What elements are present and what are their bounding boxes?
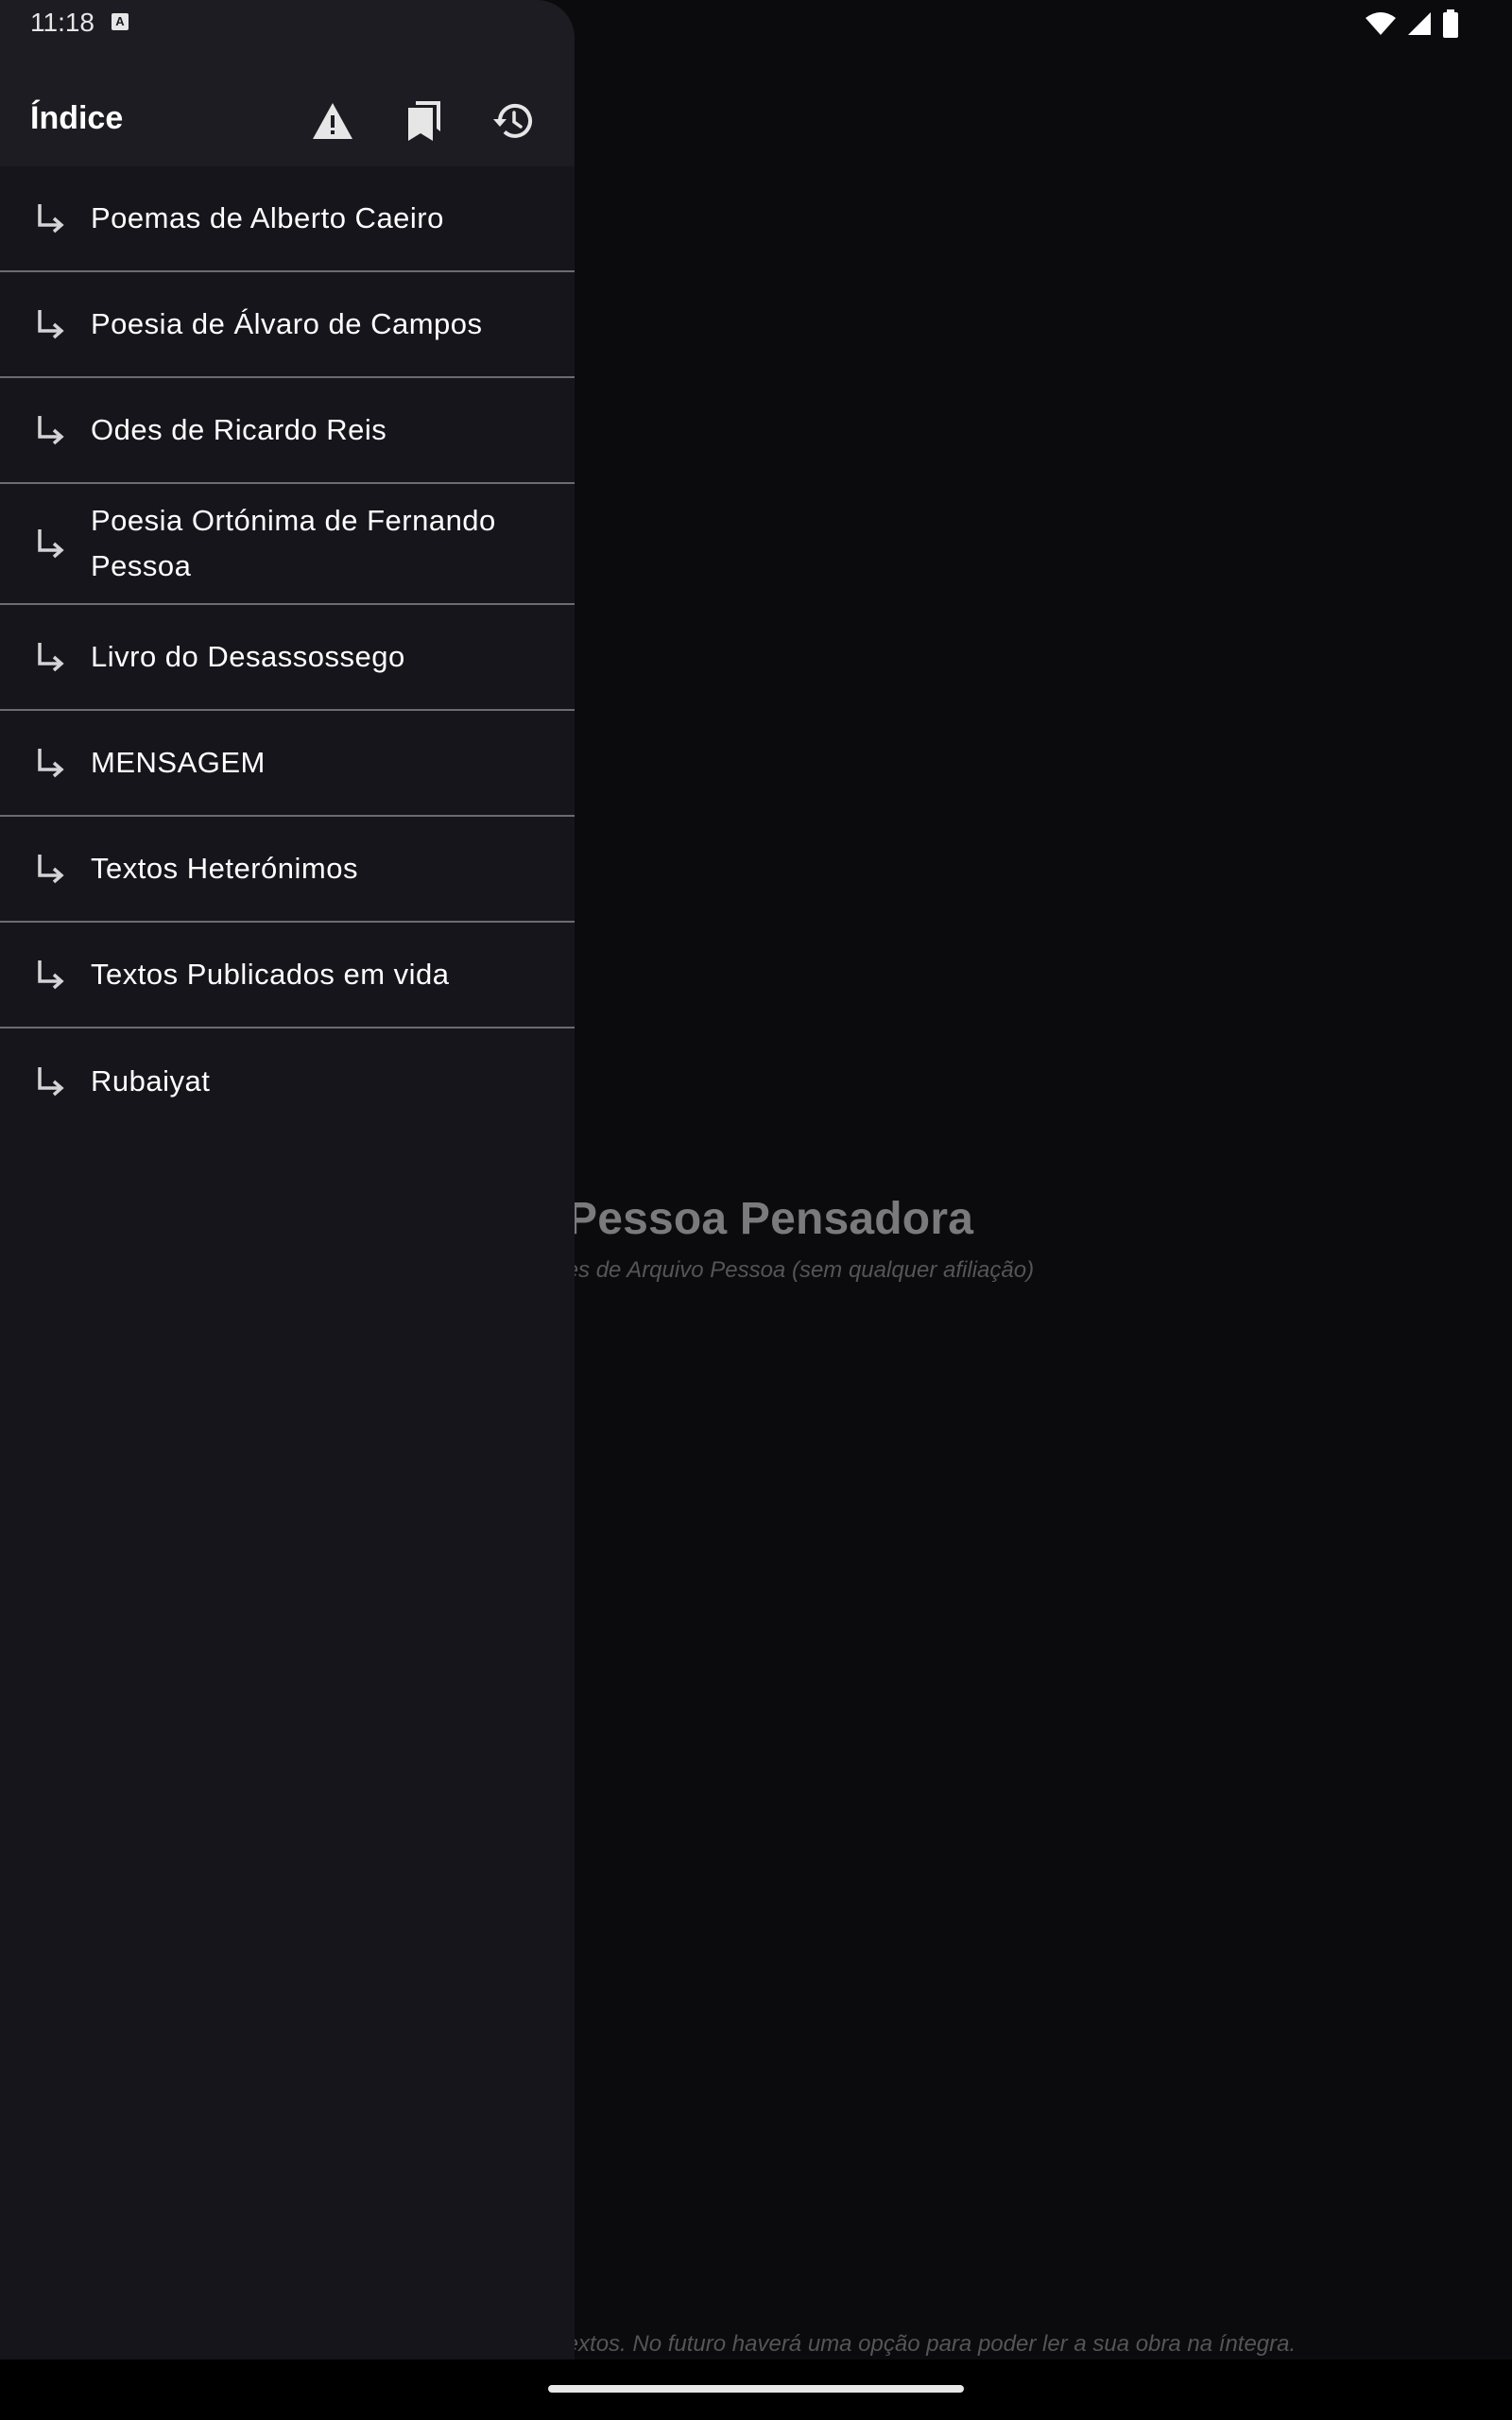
index-item-label: Livro do Desassossego [91, 640, 405, 673]
index-item-textos-publicados[interactable]: Textos Publicados em vida [0, 923, 575, 1028]
index-item-alberto-caeiro[interactable]: Poemas de Alberto Caeiro [0, 166, 575, 272]
index-item-rubaiyat[interactable]: Rubaiyat [0, 1028, 575, 1134]
index-item-fernando-pessoa[interactable]: Poesia Ortónima de Fernando Pessoa [0, 484, 575, 605]
subdirectory-arrow-icon [38, 529, 64, 559]
index-item-label: Textos Heterónimos [91, 852, 358, 885]
index-item-livro-do-desassossego[interactable]: Livro do Desassossego [0, 605, 575, 711]
history-icon [493, 103, 532, 138]
screen: Pessoa Pensadora ientes de Arquivo Pesso… [0, 0, 1512, 2420]
warning-icon [313, 103, 352, 139]
index-list: Poemas de Alberto Caeiro Poesia de Álvar… [0, 166, 575, 1134]
subdirectory-arrow-icon [38, 749, 64, 778]
index-item-label: Odes de Ricardo Reis [91, 413, 387, 446]
subdirectory-arrow-icon [38, 416, 64, 445]
index-item-label: MENSAGEM [91, 746, 266, 779]
battery-icon [1443, 9, 1458, 38]
index-item-alvaro-de-campos[interactable]: Poesia de Álvaro de Campos [0, 272, 575, 378]
warning-button[interactable] [308, 96, 357, 146]
navigation-drawer: Índice Poemas de Alberto Caeiro Poesia d… [0, 0, 575, 2360]
history-button[interactable] [490, 96, 539, 146]
status-icons [1365, 9, 1459, 38]
index-item-label: Poesia Ortónima de Fernando Pessoa [91, 504, 496, 582]
signal-icon [1408, 12, 1431, 35]
subdirectory-arrow-icon [38, 310, 64, 339]
subdirectory-arrow-icon [38, 1067, 64, 1097]
app-title: Pessoa Pensadora [567, 1194, 974, 1244]
index-item-ricardo-reis[interactable]: Odes de Ricardo Reis [0, 378, 575, 484]
gesture-nav-handle[interactable] [548, 2385, 964, 2393]
bookmarks-button[interactable] [399, 96, 448, 146]
notification-icon: A [112, 13, 129, 30]
index-item-label: Textos Publicados em vida [91, 958, 450, 991]
index-item-textos-heteronimos[interactable]: Textos Heterónimos [0, 817, 575, 923]
drawer-title: Índice [30, 100, 124, 136]
index-item-mensagem[interactable]: MENSAGEM [0, 711, 575, 817]
app-footer-note: os textos. No futuro haverá uma opção pa… [529, 2331, 1297, 2357]
subdirectory-arrow-icon [38, 855, 64, 884]
index-item-label: Poemas de Alberto Caeiro [91, 201, 444, 234]
subdirectory-arrow-icon [38, 643, 64, 672]
bookmarks-icon [408, 101, 440, 141]
app-subtitle: ientes de Arquivo Pessoa (sem qualquer a… [529, 1257, 1035, 1283]
index-item-label: Rubaiyat [91, 1064, 211, 1098]
wifi-icon [1366, 12, 1396, 35]
status-time: 11:18 [30, 8, 94, 37]
subdirectory-arrow-icon [38, 960, 64, 990]
index-item-label: Poesia de Álvaro de Campos [91, 307, 483, 340]
subdirectory-arrow-icon [38, 204, 64, 233]
